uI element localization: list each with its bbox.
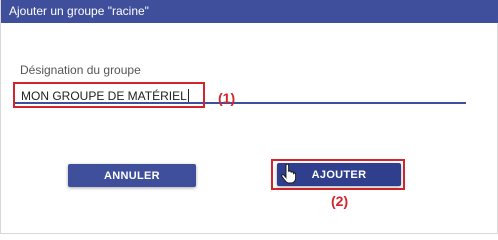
input-highlight-box bbox=[13, 82, 205, 108]
hand-pointer-icon bbox=[281, 164, 297, 184]
cancel-button[interactable]: ANNULER bbox=[68, 164, 196, 187]
annotation-button-number: (2) bbox=[331, 193, 349, 209]
annotation-input-number: (1) bbox=[218, 90, 236, 106]
add-root-group-dialog: Ajouter un groupe "racine" Désignation d… bbox=[0, 0, 498, 234]
dialog-title: Ajouter un groupe "racine" bbox=[1, 0, 498, 23]
group-name-label: Désignation du groupe bbox=[20, 63, 141, 77]
